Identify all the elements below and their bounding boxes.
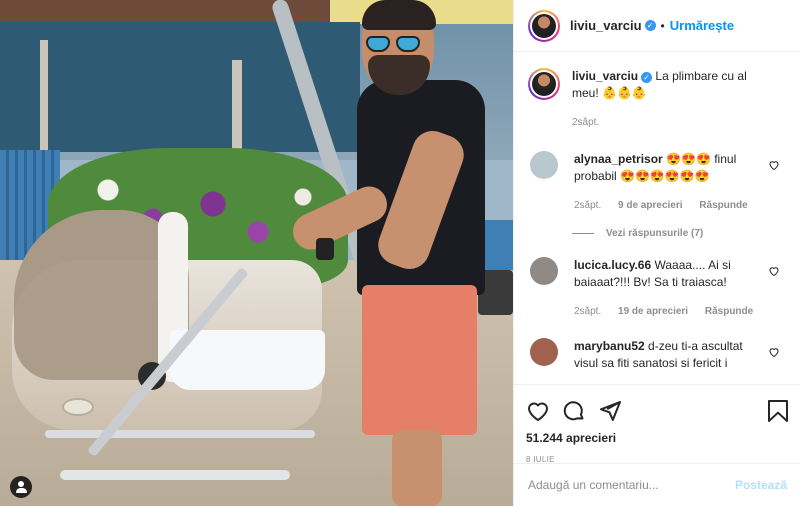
- view-replies-label[interactable]: Vezi răspunsurile (7): [606, 228, 703, 239]
- comment-time[interactable]: 2săpt.: [574, 200, 601, 211]
- reply-button[interactable]: Răspunde: [699, 200, 747, 211]
- replies-divider: [572, 233, 594, 234]
- caption-meta: 2săpt.: [572, 114, 768, 131]
- comment-likes[interactable]: 19 de aprecieri: [618, 306, 688, 317]
- like-comment-heart-icon[interactable]: [768, 159, 780, 171]
- author-avatar[interactable]: [528, 9, 560, 42]
- photo-stroller-badge: [62, 398, 94, 416]
- paper-plane-icon[interactable]: [598, 399, 622, 423]
- reply-button[interactable]: Răspunde: [705, 306, 753, 317]
- photo-beam: [40, 40, 48, 150]
- tagged-people-button[interactable]: [10, 476, 32, 498]
- user-icon-body: [15, 488, 27, 493]
- comment: marybanu52 d-zeu ti-a ascultat visul sa …: [528, 338, 786, 372]
- verified-badge-icon: ✓: [641, 72, 653, 83]
- like-comment-heart-icon[interactable]: [768, 346, 780, 358]
- verified-badge-icon: ✓: [644, 20, 656, 31]
- commenter-avatar[interactable]: [530, 151, 558, 179]
- separator-dot: •: [660, 18, 665, 33]
- photo-man-hair: [362, 0, 436, 30]
- comment-input[interactable]: [528, 478, 735, 492]
- comment-meta: 2săpt. 19 de aprecieri Răspunde: [574, 303, 770, 320]
- post-header: liviu_varciu ✓ • Urmărește: [514, 0, 800, 52]
- bookmark-icon[interactable]: [767, 399, 789, 423]
- commenter-avatar[interactable]: [530, 257, 558, 285]
- likes-count[interactable]: 51.244 aprecieri: [526, 431, 789, 445]
- instagram-post: liviu_varciu ✓ • Urmărește liviu_varciu ✓…: [0, 0, 800, 506]
- follow-button[interactable]: Urmărește: [670, 18, 734, 33]
- comment-body: lucica.lucy.66 Waaaa.... Ai si baiaaat?!…: [574, 257, 770, 320]
- comment-username[interactable]: alynaa_petrisor: [574, 152, 663, 166]
- post-photo[interactable]: [0, 0, 513, 506]
- photo-watch: [316, 238, 334, 260]
- caption: liviu_varciu ✓ La plimbare cu al meu! 👶👶👶…: [528, 68, 786, 131]
- user-icon: [18, 481, 24, 487]
- photo-man-leg: [392, 430, 442, 506]
- caption-username[interactable]: liviu_varciu: [572, 69, 638, 83]
- caption-body: liviu_varciu ✓ La plimbare cu al meu! 👶👶👶…: [572, 68, 768, 131]
- photo-stroller-frame: [60, 470, 290, 480]
- photo-man-shorts: [362, 285, 477, 435]
- photo-sunglasses: [366, 36, 422, 52]
- comment-time[interactable]: 2săpt.: [574, 306, 601, 317]
- author-username[interactable]: liviu_varciu: [570, 18, 642, 33]
- comment-username[interactable]: lucica.lucy.66: [574, 258, 651, 272]
- comment: lucica.lucy.66 Waaaa.... Ai si baiaaat?!…: [528, 257, 786, 320]
- action-icons: [526, 393, 789, 429]
- post-panel: liviu_varciu ✓ • Urmărește liviu_varciu ✓…: [513, 0, 800, 506]
- comment-meta: 2săpt. 9 de aprecieri Răspunde: [574, 197, 770, 214]
- comment-body: marybanu52 d-zeu ti-a ascultat visul sa …: [574, 338, 770, 372]
- photo-stroller-frame: [45, 430, 315, 438]
- like-comment-heart-icon[interactable]: [768, 265, 780, 277]
- comment-body: alynaa_petrisor 😍😍😍 finul probabil 😍😍😍😍😍…: [574, 151, 770, 214]
- photo-beam: [232, 60, 242, 150]
- comment-username[interactable]: marybanu52: [574, 339, 645, 353]
- author-avatar[interactable]: [528, 68, 560, 100]
- comment-composer: Postează: [514, 463, 800, 506]
- comment-likes[interactable]: 9 de aprecieri: [618, 200, 682, 211]
- commenter-avatar[interactable]: [530, 338, 558, 366]
- comment: alynaa_petrisor 😍😍😍 finul probabil 😍😍😍😍😍…: [528, 151, 786, 214]
- comments-list[interactable]: liviu_varciu ✓ La plimbare cu al meu! 👶👶👶…: [514, 52, 800, 384]
- post-comment-button[interactable]: Postează: [735, 478, 787, 492]
- post-actions: 51.244 aprecieri 8 IULIE: [514, 384, 800, 464]
- heart-icon[interactable]: [526, 399, 550, 423]
- comment-icon[interactable]: [562, 399, 586, 423]
- view-replies-button[interactable]: Vezi răspunsurile (7): [572, 228, 786, 239]
- caption-time[interactable]: 2săpt.: [572, 117, 599, 128]
